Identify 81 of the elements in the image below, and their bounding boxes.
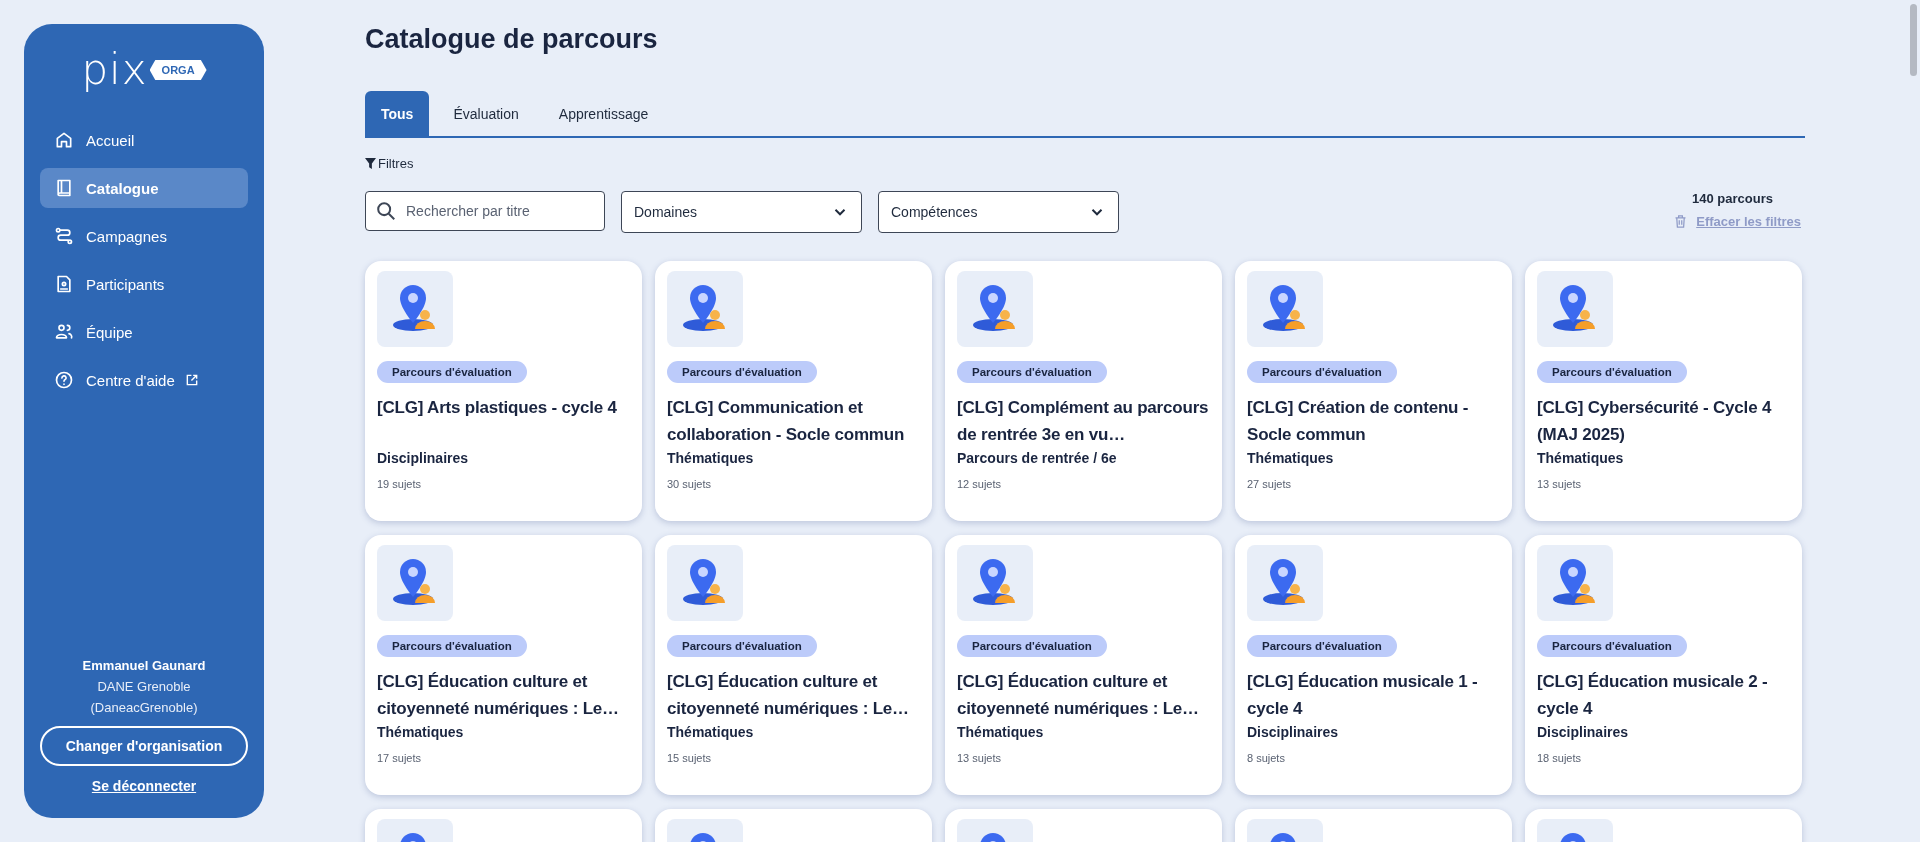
subject-count: 13 sujets — [957, 752, 1002, 764]
subject-count: 17 sujets — [377, 752, 422, 764]
course-card[interactable]: Parcours d'évaluation [CLG] Éducation culture et citoyenneté numériques : Le… Thématiques 17 sujets — [365, 535, 642, 795]
nav-item[interactable]: Accueil — [40, 120, 248, 160]
person-document-icon — [54, 274, 74, 294]
course-title: [CLG] Éducation culture et citoyenneté numériques : Le… — [377, 671, 620, 720]
course-category: Disciplinaires — [377, 450, 469, 466]
search-field[interactable]: Rechercher par titre — [365, 191, 605, 231]
course-category: Thématiques — [1537, 450, 1624, 466]
course-title: [CLG] Arts plastiques - cycle 4 — [377, 397, 617, 419]
nav-item[interactable]: Participants — [40, 264, 248, 304]
subject-count: 27 sujets — [1247, 478, 1292, 490]
subject-count: 15 sujets — [667, 752, 712, 764]
nav-item[interactable]: Campagnes — [40, 216, 248, 256]
trash-icon — [1673, 214, 1689, 229]
tab[interactable]: Tous — [365, 91, 430, 136]
organization-name: DANE Grenoble — [97, 678, 191, 696]
filter-icon — [365, 158, 376, 169]
route-icon — [54, 226, 74, 246]
nav-item[interactable]: Catalogue — [40, 168, 248, 208]
course-title: [CLG] Cybersécurité - Cycle 4 (MAJ 2025) — [1537, 397, 1773, 446]
nav-item[interactable]: Équipe — [40, 312, 248, 352]
course-type-tag: Parcours d'évaluation — [957, 361, 1107, 383]
page-title: Catalogue de parcours — [365, 24, 659, 55]
course-title: [CLG] Complément au parcours de rentrée 3e en vu… — [957, 397, 1210, 446]
course-title: [CLG] Éducation culture et citoyenneté numériques : Le… — [667, 671, 910, 720]
home-icon — [54, 130, 74, 150]
course-type-tag: Parcours d'évaluation — [1537, 361, 1687, 383]
course-category: Disciplinaires — [1247, 724, 1339, 740]
subject-count: 18 sujets — [1537, 752, 1582, 764]
course-type-tag: Parcours d'évaluation — [377, 361, 527, 383]
nav-item[interactable]: Centre d'aide — [40, 360, 248, 400]
help-icon — [54, 370, 74, 390]
subject-count: 8 sujets — [1247, 752, 1285, 764]
course-title: [CLG] Éducation musicale 1 - cycle 4 — [1247, 671, 1479, 720]
tab[interactable]: Apprentissage — [542, 91, 665, 136]
course-type-tag: Parcours d'évaluation — [1247, 635, 1397, 657]
subject-count: 13 sujets — [1537, 478, 1582, 490]
subject-count: 19 sujets — [377, 478, 422, 490]
course-category: Thématiques — [1247, 450, 1334, 466]
course-card[interactable]: Parcours d'évaluation [CLG] Éducation musicale 1 - cycle 4 Disciplinaires 8 sujets — [1235, 535, 1512, 795]
course-card[interactable]: Parcours d'évaluation [CLG] Éducation musicale 2 - cycle 4 Disciplinaires 18 sujets — [1525, 535, 1802, 795]
subject-count: 12 sujets — [957, 478, 1002, 490]
course-category: Thématiques — [377, 724, 464, 740]
course-title: [CLG] Éducation culture et citoyenneté numériques : Le… — [957, 671, 1200, 720]
dropdown-select[interactable]: Compétences — [878, 191, 1119, 233]
course-card[interactable]: Parcours d'évaluation [CLG] Arts plastiques - cycle 4 Disciplinaires 19 sujets — [365, 261, 642, 521]
course-type-tag: Parcours d'évaluation — [377, 635, 527, 657]
subject-count: 30 sujets — [667, 478, 712, 490]
course-type-tag: Parcours d'évaluation — [1247, 361, 1397, 383]
logout-link[interactable]: Se déconnecter — [91, 778, 197, 794]
results-count: 140 parcours — [1692, 191, 1773, 206]
course-type-tag: Parcours d'évaluation — [1537, 635, 1687, 657]
external-link-icon — [184, 373, 199, 387]
people-icon — [54, 322, 74, 342]
course-card[interactable]: Parcours d'évaluation [CLG] Éducation culture et citoyenneté numériques : Le… Thématiques 13 sujets — [945, 535, 1222, 795]
course-title: [CLG] Communication et collaboration - Socle commun — [667, 397, 906, 446]
course-title: [CLG] Création de contenu - Socle commun — [1247, 397, 1470, 446]
course-card[interactable]: Parcours d'évaluation [CLG] Éducation culture et citoyenneté numériques : Le… Thématiques 15 sujets — [655, 535, 932, 795]
course-type-tag: Parcours d'évaluation — [667, 635, 817, 657]
dropdown-select[interactable]: Domaines — [621, 191, 862, 233]
course-category: Parcours de rentrée / 6e — [957, 450, 1117, 466]
course-title: [CLG] Éducation musicale 2 - cycle 4 — [1537, 671, 1769, 720]
course-type-tag: Parcours d'évaluation — [667, 361, 817, 383]
course-category: Thématiques — [957, 724, 1044, 740]
book-icon — [54, 178, 74, 198]
course-card[interactable]: Parcours d'évaluation [CLG] Complément au parcours de rentrée 3e en vu… Parcours de rentrée / 6e 12 sujets — [945, 261, 1222, 521]
course-category: Disciplinaires — [1537, 724, 1629, 740]
filters-label: Filtres — [378, 156, 414, 171]
change-organization-button[interactable]: Changer d'organisation — [40, 726, 248, 766]
course-card[interactable]: Parcours d'évaluation [CLG] Création de contenu - Socle commun Thématiques 27 sujets — [1235, 261, 1512, 521]
search-icon — [375, 200, 397, 222]
course-card[interactable]: Parcours d'évaluation [CLG] Communication et collaboration - Socle commun Thématiques 30 sujets — [655, 261, 932, 521]
pix-orga-logo[interactable]: pix ORGA — [81, 48, 207, 92]
tab[interactable]: Évaluation — [437, 91, 535, 136]
course-type-tag: Parcours d'évaluation — [957, 635, 1107, 657]
organization-identifier: (DaneacGrenoble) — [90, 699, 198, 717]
user-name: Emmanuel Gaunard — [82, 657, 206, 675]
course-category: Thématiques — [667, 450, 754, 466]
course-card[interactable]: Parcours d'évaluation [CLG] Cybersécurité - Cycle 4 (MAJ 2025) Thématiques 13 sujets — [1525, 261, 1802, 521]
course-category: Thématiques — [667, 724, 754, 740]
